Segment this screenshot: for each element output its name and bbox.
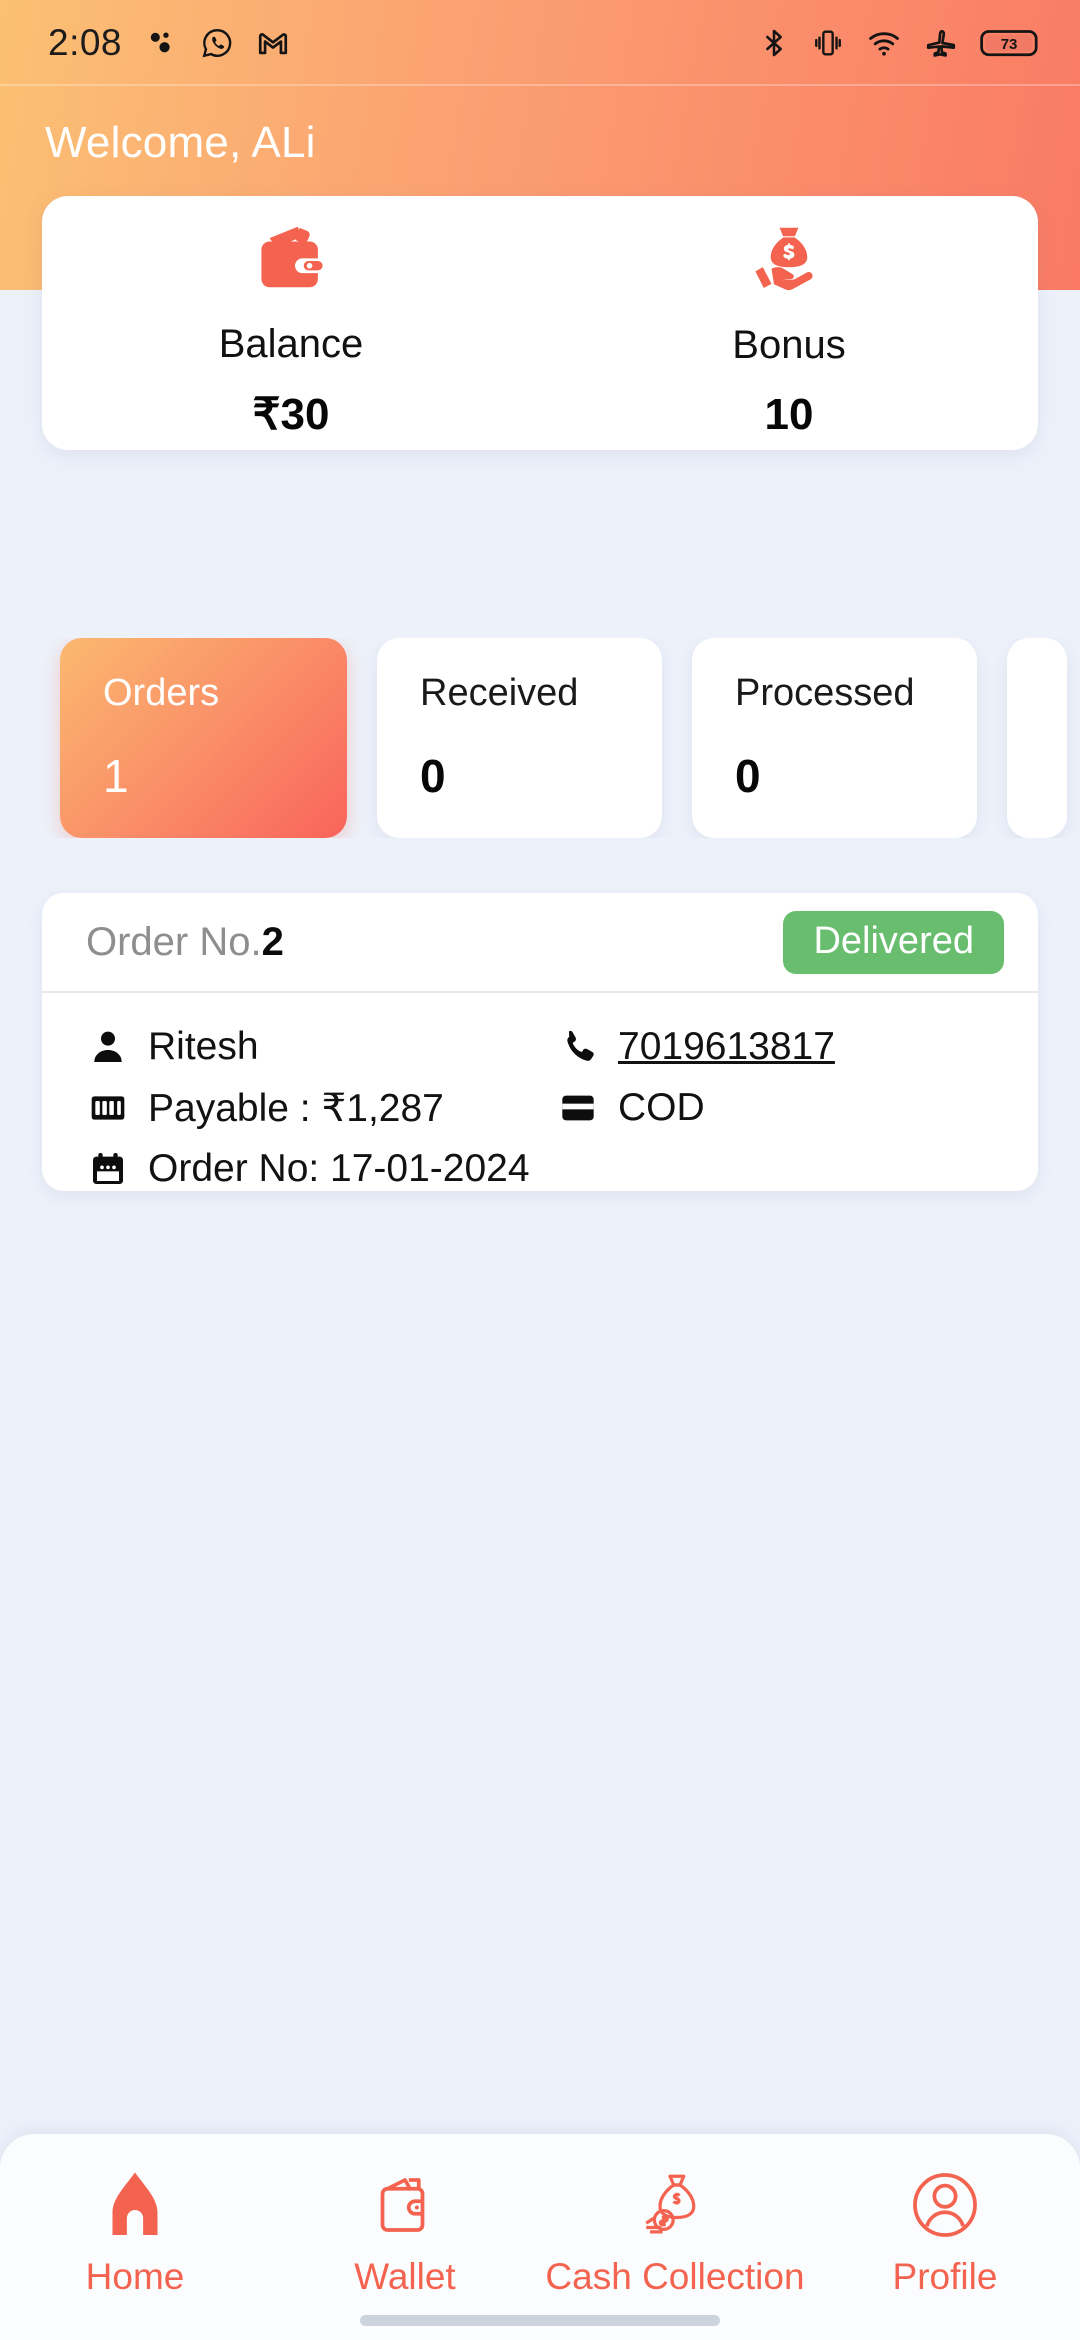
stat-label: Orders: [103, 672, 220, 714]
wallet-icon: [248, 214, 334, 304]
person-icon: [86, 1025, 130, 1069]
nav-label: Profile: [892, 2256, 998, 2297]
credit-card-icon: [556, 1086, 600, 1130]
home-icon: [95, 2162, 175, 2248]
wallet-outline-icon: [365, 2162, 445, 2248]
profile-icon: [905, 2162, 985, 2248]
battery-level-text: 73: [1001, 35, 1018, 52]
welcome-greeting: Welcome, ALi: [45, 118, 316, 167]
status-bar: 2:08 73: [0, 0, 1080, 85]
balance-value: ₹30: [252, 390, 330, 439]
payable-amount: Payable : ₹1,287: [148, 1086, 444, 1130]
home-indicator[interactable]: [360, 2315, 720, 2326]
phone-icon: [556, 1025, 600, 1069]
bluetooth-icon: [758, 26, 790, 60]
bonus-label: Bonus: [732, 322, 846, 367]
order-number-value: 2: [261, 919, 284, 964]
bottom-navigation: Home Wallet Cash Collection Profile: [0, 2134, 1080, 2340]
order-date: Order No: 17-01-2024: [148, 1147, 530, 1190]
customer-name: Ritesh: [148, 1025, 259, 1068]
stat-value: 0: [420, 750, 446, 802]
order-row-date: Order No: 17-01-2024: [86, 1139, 1004, 1199]
whatsapp-icon: [200, 26, 234, 60]
status-badge: Delivered: [783, 910, 1004, 974]
bonus-value: 10: [764, 389, 814, 439]
phone-number[interactable]: 7019613817: [618, 1025, 835, 1069]
stat-label: Received: [420, 672, 579, 714]
bonus-section[interactable]: Bonus 10: [540, 196, 1038, 450]
customer-cell: Ritesh: [86, 1025, 534, 1069]
balance-label: Balance: [218, 322, 364, 366]
status-bar-divider: [0, 84, 1080, 86]
nav-item-profile[interactable]: Profile: [810, 2162, 1080, 2298]
stat-value: 1: [103, 750, 129, 802]
nav-item-home[interactable]: Home: [0, 2162, 270, 2298]
phone-cell[interactable]: 7019613817: [534, 1025, 1004, 1069]
dots-icon: [144, 26, 178, 60]
vibrate-icon: [812, 26, 844, 60]
stat-card-orders[interactable]: Orders 1: [60, 638, 347, 838]
balance-bonus-card: Balance ₹30 Bonus 10: [42, 196, 1038, 450]
banknote-icon: [86, 1086, 130, 1130]
order-card-body: Ritesh 7019613817 Payable : ₹1,287 COD O…: [42, 993, 1038, 1199]
order-number: Order No.2: [86, 920, 284, 965]
status-bar-right: 73: [758, 26, 1040, 60]
money-bag-hand-icon: [746, 215, 832, 305]
stat-value: 0: [735, 750, 761, 802]
nav-label: Home: [85, 2256, 185, 2297]
stat-card-next-partial[interactable]: [1007, 638, 1067, 838]
order-card[interactable]: Order No.2 Delivered Ritesh 7019613817 P…: [42, 893, 1038, 1191]
stat-card-received[interactable]: Received 0: [377, 638, 662, 838]
stat-card-processed[interactable]: Processed 0: [692, 638, 977, 838]
nav-item-cash-collection[interactable]: Cash Collection: [540, 2162, 810, 2298]
cash-collection-icon: [635, 2162, 715, 2248]
airplane-mode-icon: [924, 26, 958, 60]
nav-label: Wallet: [354, 2256, 456, 2297]
order-number-label: Order No.: [86, 919, 262, 964]
app-screen: 2:08 73 Welcome, ALi Balance ₹30 Bonus 1…: [0, 0, 1080, 2340]
nav-label: Cash Collection: [545, 2256, 805, 2297]
gmail-icon: [256, 26, 290, 60]
stat-label: Processed: [735, 672, 915, 714]
battery-icon: 73: [980, 26, 1040, 60]
order-row-payable: Payable : ₹1,287 COD: [86, 1078, 1004, 1138]
status-bar-clock: 2:08: [48, 21, 123, 63]
calendar-icon: [86, 1147, 130, 1191]
date-cell: Order No: 17-01-2024: [86, 1147, 534, 1191]
order-row-customer: Ritesh 7019613817: [86, 1017, 1004, 1077]
payment-mode-cell: COD: [534, 1086, 1004, 1130]
wifi-icon: [866, 26, 902, 60]
payment-mode: COD: [618, 1086, 705, 1129]
balance-section[interactable]: Balance ₹30: [42, 196, 540, 450]
stats-scroller[interactable]: Orders 1 Received 0 Processed 0: [0, 638, 1080, 838]
nav-item-wallet[interactable]: Wallet: [270, 2162, 540, 2298]
status-bar-left: 2:08: [48, 22, 290, 64]
order-card-header: Order No.2 Delivered: [42, 893, 1038, 993]
payable-cell: Payable : ₹1,287: [86, 1086, 534, 1131]
